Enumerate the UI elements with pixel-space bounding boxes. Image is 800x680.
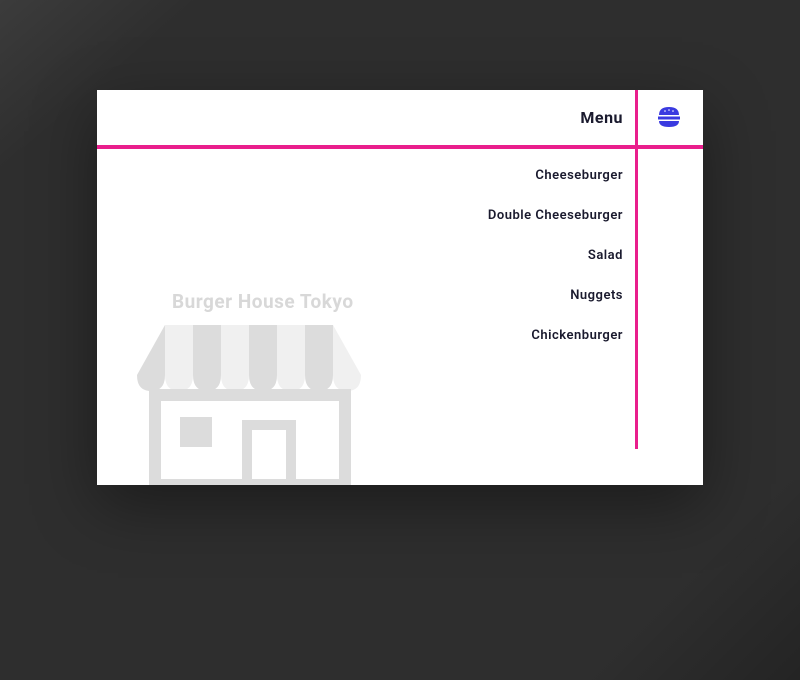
menu-item-salad[interactable]: Salad: [488, 248, 623, 263]
menu-item-cheeseburger[interactable]: Cheeseburger: [488, 168, 623, 183]
menu-list: Cheeseburger Double Cheeseburger Salad N…: [488, 168, 623, 368]
storefront-icon: [137, 325, 397, 485]
app-card: Menu Cheeseburger Double Cheeseburger Sa…: [97, 90, 703, 485]
divider-vertical: [635, 90, 638, 449]
menu-item-double-cheeseburger[interactable]: Double Cheeseburger: [488, 208, 623, 223]
menu-item-chickenburger[interactable]: Chickenburger: [488, 328, 623, 343]
divider-horizontal: [97, 145, 703, 149]
header: Menu: [97, 90, 703, 145]
menu-title: Menu: [580, 108, 623, 127]
burger-icon[interactable]: [655, 103, 683, 131]
menu-item-nuggets[interactable]: Nuggets: [488, 288, 623, 303]
device-shadow: [580, 480, 800, 680]
brand-name: Burger House Tokyo: [172, 290, 354, 313]
